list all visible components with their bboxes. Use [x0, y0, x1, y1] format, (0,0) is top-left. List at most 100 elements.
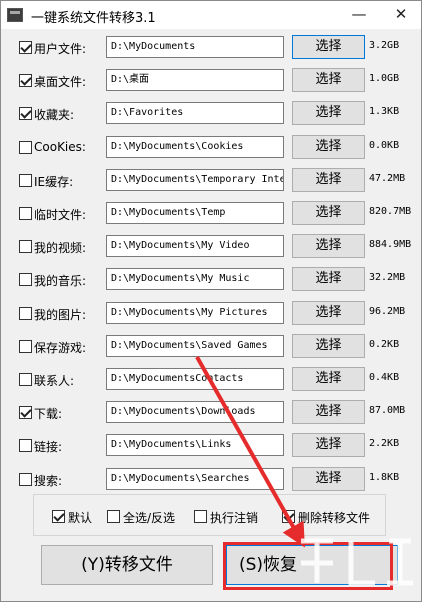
row-checkbox[interactable]: [19, 240, 32, 253]
row-label: 链接:: [34, 440, 63, 454]
row-label: IE缓存:: [34, 175, 74, 189]
size-text: 820.7MB: [369, 206, 412, 217]
size-text: 3.2GB: [369, 40, 400, 51]
path-field[interactable]: D:\MyDocuments\Cookies: [106, 136, 284, 158]
size-text: 1.8KB: [369, 472, 400, 483]
row-label: CooKies:: [34, 140, 86, 154]
row-checkbox[interactable]: [19, 141, 32, 154]
path-field[interactable]: D:\Favorites: [106, 102, 284, 124]
size-text: 0.0KB: [369, 140, 400, 151]
row-checkbox[interactable]: [19, 373, 32, 386]
choose-button[interactable]: 选择: [292, 367, 365, 391]
path-field[interactable]: D:\MyDocuments\My Music: [106, 268, 284, 290]
option-delete-moved-label: 删除转移文件: [298, 511, 371, 525]
row-label: 搜索:: [34, 474, 63, 488]
size-text: 47.2MB: [369, 173, 406, 184]
folder-row: 搜索: D:\MyDocuments\Searches 选择 1.8KB: [1, 467, 421, 493]
choose-button[interactable]: 选择: [292, 101, 365, 125]
row-checkbox[interactable]: [19, 473, 32, 486]
row-checkbox[interactable]: [19, 340, 32, 353]
folder-row: 保存游戏: D:\MyDocuments\Saved Games 选择 0.2KB: [1, 334, 421, 360]
size-text: 96.2MB: [369, 306, 406, 317]
row-label: 联系人:: [34, 374, 75, 388]
row-checkbox[interactable]: [19, 107, 32, 120]
row-checkbox[interactable]: [19, 307, 32, 320]
option-logout-label: 执行注销: [210, 511, 259, 525]
minimize-button[interactable]: —: [339, 1, 379, 29]
folder-row: 临时文件: D:\MyDocuments\Temp 选择 820.7MB: [1, 201, 421, 227]
folder-row: 我的视频: D:\MyDocuments\My Video 选择 884.9MB: [1, 234, 421, 260]
option-delete-moved-checkbox[interactable]: [282, 510, 295, 523]
row-label: 我的图片:: [34, 308, 87, 322]
option-default-label: 默认: [68, 511, 93, 525]
row-checkbox[interactable]: [19, 406, 32, 419]
restore-button[interactable]: (S)恢复: [226, 545, 398, 585]
size-text: 0.4KB: [369, 372, 400, 383]
row-label: 我的音乐:: [34, 274, 87, 288]
options-group: 默认 全选/反选 执行注销 删除转移文件: [33, 494, 386, 536]
size-text: 884.9MB: [369, 239, 412, 250]
path-field[interactable]: D:\MyDocuments\My Pictures: [106, 302, 284, 324]
choose-button[interactable]: 选择: [292, 400, 365, 424]
row-checkbox[interactable]: [19, 174, 32, 187]
path-field[interactable]: D:\桌面: [106, 69, 284, 91]
row-label: 我的视频:: [34, 241, 87, 255]
row-label: 收藏夹:: [34, 108, 75, 122]
folder-row: 用户文件: D:\MyDocuments 选择 3.2GB: [1, 35, 421, 61]
path-field[interactable]: D:\MyDocuments\Searches: [106, 468, 284, 490]
path-field[interactable]: D:\MyDocuments\Links: [106, 434, 284, 456]
window-title: 一键系统文件转移3.1: [31, 11, 156, 26]
row-checkbox[interactable]: [19, 207, 32, 220]
size-text: 1.0GB: [369, 73, 400, 84]
choose-button[interactable]: 选择: [292, 68, 365, 92]
size-text: 2.2KB: [369, 438, 400, 449]
size-text: 0.2KB: [369, 339, 400, 350]
row-label: 用户文件:: [34, 42, 87, 56]
choose-button[interactable]: 选择: [292, 433, 365, 457]
choose-button[interactable]: 选择: [292, 135, 365, 159]
folder-row: 收藏夹: D:\Favorites 选择 1.3KB: [1, 101, 421, 127]
choose-button[interactable]: 选择: [292, 201, 365, 225]
choose-button[interactable]: 选择: [292, 168, 365, 192]
path-field[interactable]: D:\MyDocuments\Temporary Inte: [106, 169, 284, 191]
app-icon: [7, 8, 23, 22]
row-label: 临时文件:: [34, 208, 87, 222]
choose-button[interactable]: 选择: [292, 267, 365, 291]
title-bar: 一键系统文件转移3.1 — ✕: [1, 1, 421, 29]
path-field[interactable]: D:\MyDocuments\Temp: [106, 202, 284, 224]
row-label: 桌面文件:: [34, 75, 87, 89]
path-field[interactable]: D:\MyDocuments\Downloads: [106, 401, 284, 423]
path-field[interactable]: D:\MyDocuments\My Video: [106, 235, 284, 257]
folder-row: 我的音乐: D:\MyDocuments\My Music 选择 32.2MB: [1, 267, 421, 293]
choose-button[interactable]: 选择: [292, 35, 365, 59]
row-label: 下载:: [34, 407, 63, 421]
choose-button[interactable]: 选择: [292, 234, 365, 258]
path-field[interactable]: D:\MyDocuments: [106, 36, 284, 58]
size-text: 87.0MB: [369, 405, 406, 416]
path-field[interactable]: D:\MyDocumentsContacts: [106, 368, 284, 390]
row-label: 保存游戏:: [34, 341, 87, 355]
row-checkbox[interactable]: [19, 439, 32, 452]
option-logout-checkbox[interactable]: [194, 510, 207, 523]
transfer-files-button[interactable]: (Y)转移文件: [41, 545, 213, 585]
folder-row: 桌面文件: D:\桌面 选择 1.0GB: [1, 68, 421, 94]
option-default-checkbox[interactable]: [52, 510, 65, 523]
row-checkbox[interactable]: [19, 74, 32, 87]
close-button[interactable]: ✕: [381, 1, 421, 29]
folder-row: 我的图片: D:\MyDocuments\My Pictures 选择 96.2MB: [1, 301, 421, 327]
option-select-all-checkbox[interactable]: [107, 510, 120, 523]
folder-row: 链接: D:\MyDocuments\Links 选择 2.2KB: [1, 433, 421, 459]
app-window: 一键系统文件转移3.1 — ✕ 用户文件: D:\MyDocuments 选择 3.2…: [0, 0, 422, 602]
choose-button[interactable]: 选择: [292, 467, 365, 491]
choose-button[interactable]: 选择: [292, 301, 365, 325]
folder-row: CooKies: D:\MyDocuments\Cookies 选择 0.0KB: [1, 135, 421, 161]
folder-row: 联系人: D:\MyDocumentsContacts 选择 0.4KB: [1, 367, 421, 393]
choose-button[interactable]: 选择: [292, 334, 365, 358]
path-field[interactable]: D:\MyDocuments\Saved Games: [106, 335, 284, 357]
option-select-all-label: 全选/反选: [123, 511, 176, 525]
size-text: 32.2MB: [369, 272, 406, 283]
folder-row: 下载: D:\MyDocuments\Downloads 选择 87.0MB: [1, 400, 421, 426]
folder-row: IE缓存: D:\MyDocuments\Temporary Inte 选择 47.2…: [1, 168, 421, 194]
row-checkbox[interactable]: [19, 41, 32, 54]
row-checkbox[interactable]: [19, 273, 32, 286]
